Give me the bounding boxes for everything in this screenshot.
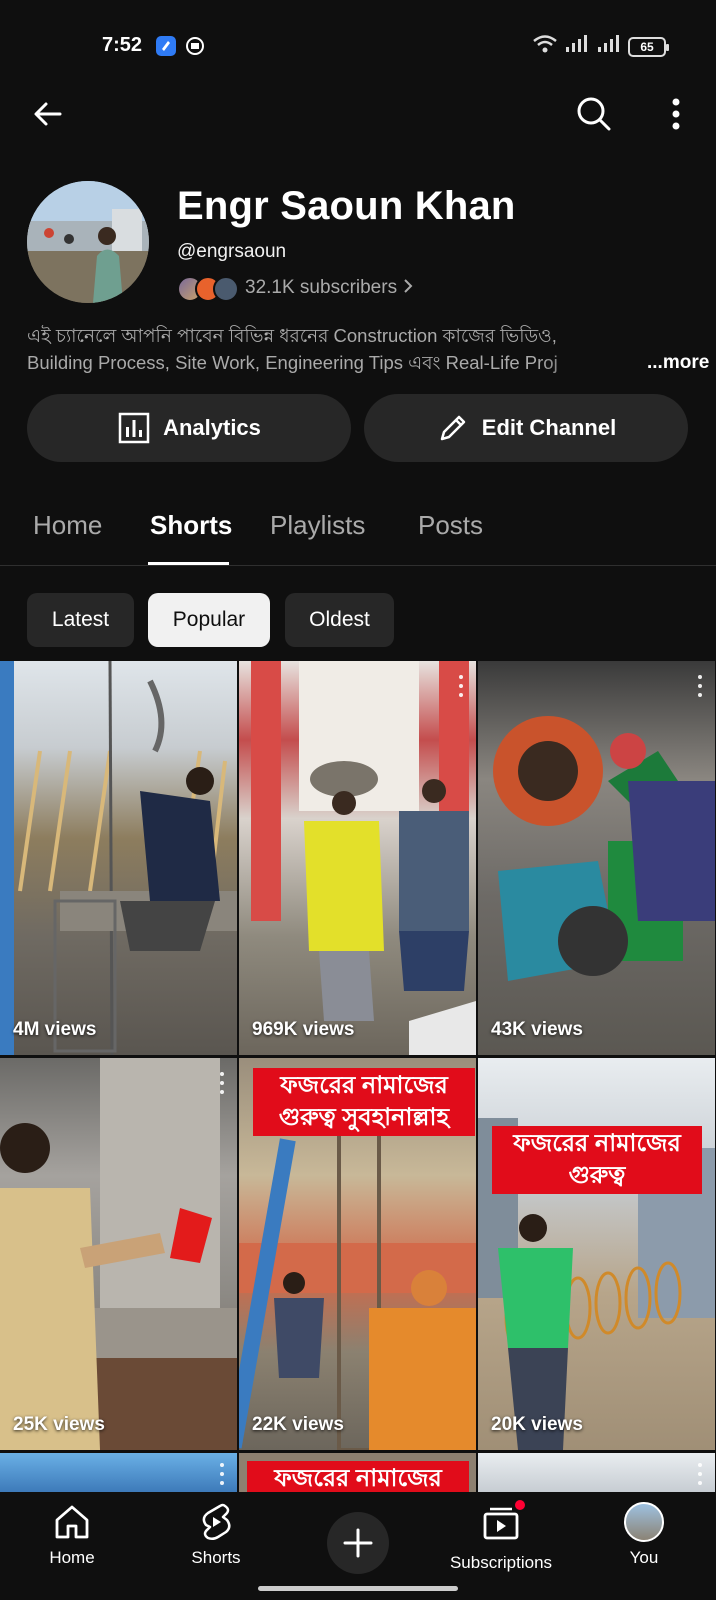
short-thumbnail[interactable]: 25K views	[0, 1058, 237, 1450]
create-button[interactable]	[327, 1512, 389, 1574]
short-thumbnail[interactable]: ফজরের নামাজের গুরুত্ব	[239, 1453, 476, 1493]
more-vert-icon[interactable]	[697, 1463, 703, 1485]
back-button[interactable]	[24, 90, 72, 138]
nav-home[interactable]: Home	[2, 1502, 142, 1568]
view-count: 969K views	[252, 1019, 355, 1040]
nav-subscriptions-label: Subscriptions	[449, 1553, 553, 1572]
notification-dot	[513, 1498, 527, 1512]
channel-handle: @engrsaoun	[177, 241, 287, 262]
status-bar: 7:52 65	[0, 0, 716, 90]
edit-channel-button[interactable]: Edit Channel	[364, 394, 688, 462]
channel-name: Engr Saoun Khan	[177, 184, 516, 228]
status-time: 7:52	[102, 34, 143, 56]
edit-channel-label: Edit Channel	[481, 415, 617, 440]
media-notification-icon	[185, 36, 205, 56]
home-icon	[55, 1505, 89, 1539]
nav-shorts[interactable]: Shorts	[146, 1502, 286, 1568]
view-count: 25K views	[13, 1414, 105, 1435]
nav-you-label: You	[629, 1548, 659, 1567]
tab-shorts[interactable]: Shorts	[150, 510, 232, 541]
view-count: 20K views	[491, 1414, 583, 1435]
home-indicator[interactable]	[258, 1586, 458, 1591]
wifi-icon	[532, 34, 558, 59]
short-thumbnail[interactable]: ফজরের নামাজের গুরুত্ব 20K views	[478, 1058, 715, 1450]
short-thumbnail[interactable]	[478, 1453, 715, 1493]
short-thumbnail[interactable]	[0, 1453, 237, 1493]
tab-posts[interactable]: Posts	[418, 510, 483, 541]
search-icon	[577, 97, 611, 131]
subscriber-avatar	[213, 276, 239, 302]
active-tab-indicator	[148, 562, 229, 565]
pencil-icon	[440, 415, 466, 441]
signal-icon-2	[596, 34, 622, 59]
nav-subscriptions[interactable]: Subscriptions	[431, 1498, 571, 1573]
chevron-right-icon	[403, 278, 413, 299]
short-overlay-title: ফজরের নামাজের গুরুত্ব	[492, 1126, 702, 1194]
short-thumbnail[interactable]: 4M views	[0, 661, 237, 1055]
subscriptions-icon-wrap	[481, 1498, 527, 1547]
more-vert-icon[interactable]	[697, 675, 703, 697]
more-vert-icon[interactable]	[219, 1463, 225, 1485]
analytics-label: Analytics	[163, 415, 261, 440]
arrow-back-icon	[34, 102, 62, 126]
nav-shorts-label: Shorts	[191, 1548, 241, 1567]
short-thumbnail[interactable]: ফজরের নামাজের গুরুত্ব সুবহানাল্লাহ 22K v…	[239, 1058, 476, 1450]
short-thumbnail[interactable]: 43K views	[478, 661, 715, 1055]
chip-latest[interactable]: Latest	[27, 593, 134, 647]
tab-playlists[interactable]: Playlists	[270, 510, 365, 541]
more-vert-icon	[672, 98, 680, 130]
search-button[interactable]	[570, 90, 618, 138]
nav-home-label: Home	[49, 1548, 95, 1567]
analytics-icon	[118, 412, 150, 444]
channel-avatar[interactable]	[27, 181, 149, 303]
shorts-icon	[202, 1503, 231, 1541]
app-notification-icon	[156, 36, 176, 56]
channel-tabs: Home Shorts Playlists Posts	[0, 492, 716, 566]
view-count: 22K views	[252, 1414, 344, 1435]
chip-oldest[interactable]: Oldest	[285, 593, 394, 647]
description-line-2: Building Process, Site Work, Engineering…	[27, 352, 558, 373]
top-app-bar	[0, 86, 716, 142]
more-link[interactable]: ...more	[647, 349, 709, 376]
signal-icon	[564, 34, 590, 59]
tab-home[interactable]: Home	[33, 510, 102, 541]
short-overlay-title: ফজরের নামাজের গুরুত্ব সুবহানাল্লাহ	[253, 1068, 475, 1136]
plus-icon	[343, 1528, 373, 1558]
channel-description[interactable]: এই চ্যানেলে আপনি পাবেন বিভিন্ন ধরনের Con…	[27, 322, 709, 376]
more-vert-icon[interactable]	[458, 675, 464, 697]
view-count: 4M views	[13, 1019, 97, 1040]
status-indicators: 65	[532, 34, 669, 59]
subscribers-row[interactable]: 32.1K subscribers	[177, 273, 413, 303]
short-thumbnail[interactable]: 969K views	[239, 661, 476, 1055]
description-line-1: এই চ্যানেলে আপনি পাবেন বিভিন্ন ধরনের Con…	[27, 325, 557, 346]
short-overlay-title: ফজরের নামাজের গুরুত্ব	[247, 1461, 469, 1493]
analytics-button[interactable]: Analytics	[27, 394, 351, 462]
view-count: 43K views	[491, 1019, 583, 1040]
you-avatar	[624, 1502, 664, 1542]
more-options-button[interactable]	[652, 90, 700, 138]
chip-popular[interactable]: Popular	[148, 593, 270, 647]
subscriber-avatars	[177, 274, 241, 302]
bottom-navigation: Home Shorts Subscriptions You	[0, 1492, 716, 1600]
nav-you[interactable]: You	[574, 1502, 714, 1568]
battery-icon: 65	[628, 36, 669, 57]
more-vert-icon[interactable]	[219, 1072, 225, 1094]
subscriber-count: 32.1K subscribers	[245, 277, 398, 298]
